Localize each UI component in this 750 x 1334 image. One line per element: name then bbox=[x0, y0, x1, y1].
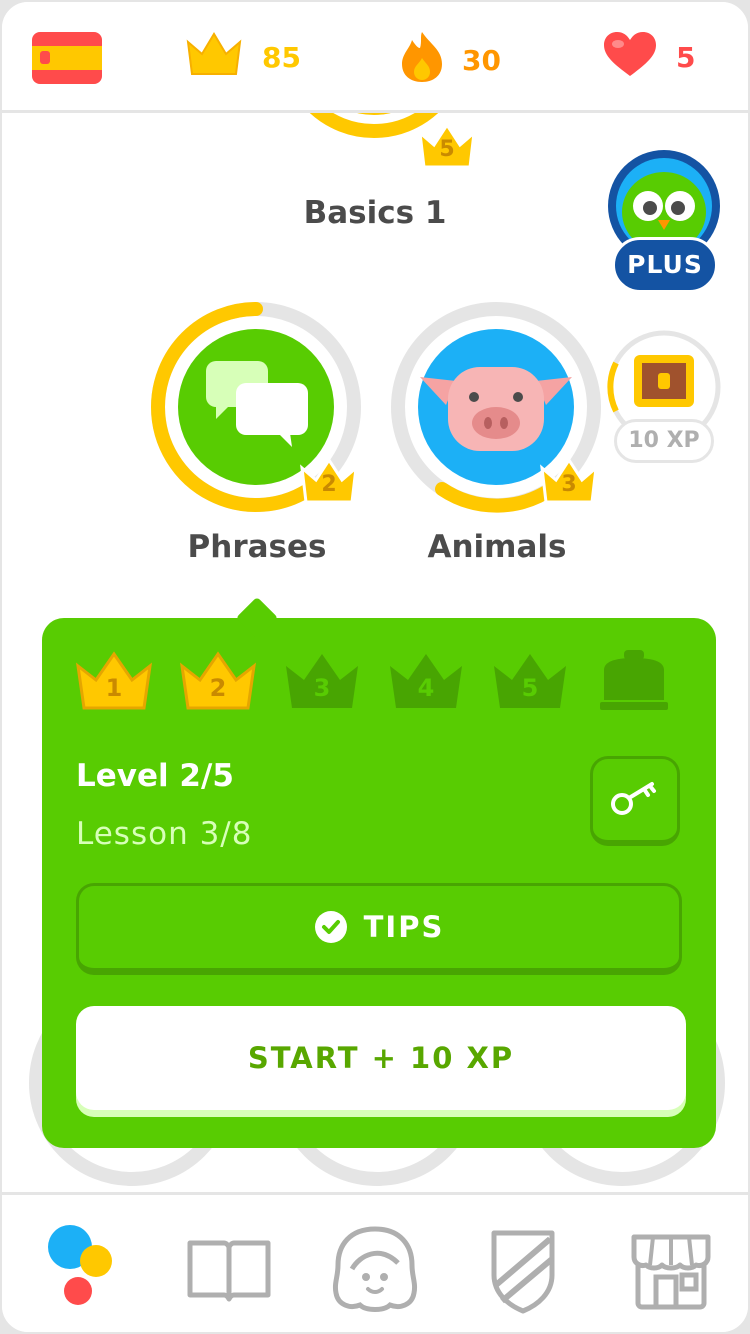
skill-label-basics: Basics 1 bbox=[303, 195, 447, 231]
start-button[interactable]: START + 10 XP bbox=[76, 1006, 686, 1110]
skill-tree: 5 Basics 1 PLUS 2 Phrases 3 Animals 10 X… bbox=[2, 113, 748, 1192]
chest-xp-label: 10 XP bbox=[614, 419, 714, 463]
check-circle-icon bbox=[314, 910, 348, 944]
crown-badge-basics: 5 bbox=[416, 121, 478, 171]
skill-label-phrases: Phrases bbox=[187, 529, 327, 565]
crown-badge-phrases: 2 bbox=[298, 456, 360, 506]
lesson-progress: Lesson 3/8 bbox=[76, 816, 253, 852]
bottom-nav bbox=[2, 1192, 748, 1332]
crowns-count: 85 bbox=[262, 41, 301, 74]
top-bar: 85 30 5 bbox=[2, 2, 748, 113]
skill-popup: 1 2 3 4 5 Level 2/5 Lesson 3/8 TIPS STAR… bbox=[42, 618, 716, 1148]
course-flag-spain[interactable] bbox=[32, 32, 102, 84]
level-title: Level 2/5 bbox=[76, 758, 234, 794]
nav-learn-icon[interactable] bbox=[42, 1225, 132, 1315]
level-crown-4: 4 bbox=[386, 648, 466, 714]
level-crown-3: 3 bbox=[282, 648, 362, 714]
crown-badge-animals: 3 bbox=[538, 456, 600, 506]
level-crown-2: 2 bbox=[178, 648, 258, 714]
level-crown-1: 1 bbox=[74, 648, 154, 714]
flame-icon bbox=[400, 30, 444, 91]
streak-stat[interactable]: 30 bbox=[400, 30, 501, 91]
key-button[interactable] bbox=[590, 756, 680, 846]
level-crown-5: 5 bbox=[490, 648, 570, 714]
legendary-trophy-icon bbox=[594, 648, 674, 714]
app-frame: 85 30 5 5 Basics 1 PLUS 2 Phrases 3 Anim… bbox=[0, 0, 750, 1334]
nav-leaderboard-icon[interactable] bbox=[478, 1225, 568, 1315]
nav-profile-icon[interactable] bbox=[330, 1225, 420, 1315]
nav-stories-icon[interactable] bbox=[184, 1225, 274, 1315]
plus-badge[interactable]: PLUS bbox=[612, 237, 718, 293]
nav-shop-icon[interactable] bbox=[626, 1225, 716, 1315]
hearts-stat[interactable]: 5 bbox=[602, 30, 695, 85]
tips-label: TIPS bbox=[363, 910, 445, 944]
crowns-stat[interactable]: 85 bbox=[184, 30, 301, 85]
crown-icon bbox=[184, 30, 244, 85]
tips-button[interactable]: TIPS bbox=[76, 883, 682, 975]
key-icon bbox=[610, 778, 660, 822]
skill-label-animals: Animals bbox=[427, 529, 567, 565]
heart-icon bbox=[602, 30, 658, 85]
streak-count: 30 bbox=[462, 44, 501, 77]
hearts-count: 5 bbox=[676, 41, 696, 74]
